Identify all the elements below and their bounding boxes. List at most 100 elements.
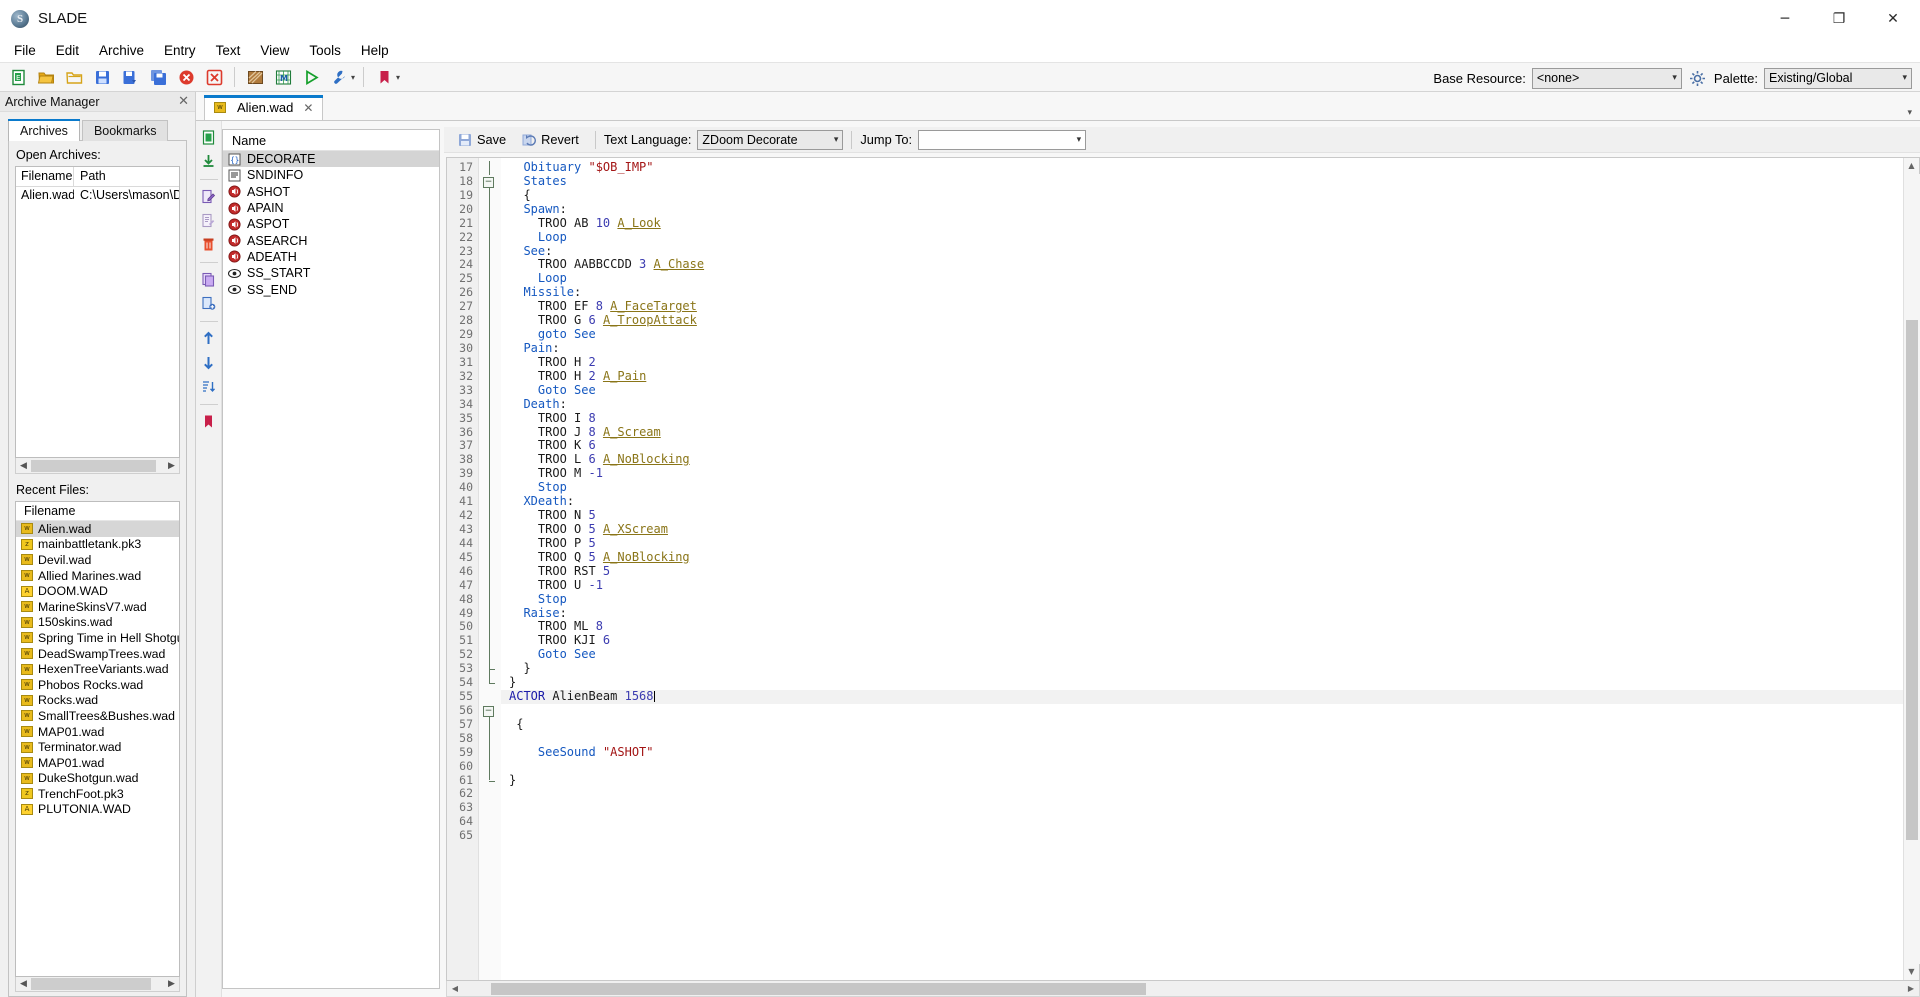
- list-item[interactable]: z mainbattletank.pk3: [16, 537, 179, 553]
- close-icon[interactable]: ✕: [303, 101, 313, 115]
- code-line[interactable]: TROO U -1: [501, 578, 1903, 593]
- jump-to-combo[interactable]: ▾: [918, 129, 1087, 150]
- maintenance-icon[interactable]: [326, 64, 352, 90]
- code-line[interactable]: TROO H 2 A_Pain: [501, 369, 1903, 384]
- code-hscroll-track[interactable]: [463, 982, 1903, 996]
- menu-file[interactable]: File: [4, 40, 46, 61]
- scroll-left-icon[interactable]: ◀: [16, 461, 31, 471]
- code-vscrollbar[interactable]: ▲ ▼: [1903, 158, 1920, 980]
- scroll-left-icon[interactable]: ◀: [16, 979, 31, 989]
- hscroll-thumb[interactable]: [31, 459, 156, 472]
- code-line[interactable]: Stop: [501, 480, 1903, 495]
- recent-files-list[interactable]: Filename w Alien.wad z mainbattletank.pk3 w D…: [15, 501, 180, 977]
- save-all-icon[interactable]: [145, 64, 171, 90]
- code-vscroll-track[interactable]: [1903, 174, 1920, 964]
- code-line[interactable]: TROO O 5 A_XScream: [501, 522, 1903, 537]
- bookmark-icon[interactable]: [198, 410, 220, 432]
- copy-entry-icon[interactable]: [198, 268, 220, 290]
- list-item[interactable]: APAIN: [223, 200, 439, 216]
- code-line[interactable]: TROO AABBCCDD 3 A_Chase: [501, 257, 1903, 272]
- code-line[interactable]: Loop: [501, 271, 1903, 286]
- code-line[interactable]: TROO Q 5 A_NoBlocking: [501, 550, 1903, 565]
- chevron-down-icon[interactable]: ▾: [1907, 108, 1912, 118]
- paste-entry-icon[interactable]: [198, 292, 220, 314]
- code-line[interactable]: TROO ML 8: [501, 619, 1903, 634]
- bookmark-icon[interactable]: [371, 64, 397, 90]
- scroll-down-icon[interactable]: ▼: [1908, 964, 1914, 980]
- code-line[interactable]: Stop: [501, 592, 1903, 607]
- code-line[interactable]: Goto See: [501, 647, 1903, 662]
- code-line[interactable]: Obituary "$OB_IMP": [501, 160, 1903, 175]
- scroll-left-icon[interactable]: ◀: [447, 984, 463, 993]
- code-line[interactable]: Spawn:: [501, 202, 1903, 217]
- recent-hscrollbar[interactable]: ◀ ▶: [15, 977, 180, 992]
- import-entry-icon[interactable]: [198, 150, 220, 172]
- code-line[interactable]: Pain:: [501, 341, 1903, 356]
- code-line[interactable]: SeeSound "ASHOT": [501, 745, 1903, 760]
- list-item[interactable]: w SmallTrees&Bushes.wad: [16, 708, 179, 724]
- list-item[interactable]: A DOOM.WAD: [16, 583, 179, 599]
- map-editor-icon[interactable]: M: [270, 64, 296, 90]
- code-line[interactable]: [501, 732, 1903, 746]
- code-text[interactable]: Obituary "$OB_IMP" States { Spawn: TROO …: [501, 158, 1903, 980]
- list-item[interactable]: w DeadSwampTrees.wad: [16, 646, 179, 662]
- tab-bookmarks[interactable]: Bookmarks: [81, 120, 169, 141]
- code-line[interactable]: Goto See: [501, 383, 1903, 398]
- code-line[interactable]: ACTOR AlienBeam 1568: [501, 689, 1903, 704]
- scroll-right-icon[interactable]: ▶: [1903, 984, 1919, 993]
- list-item[interactable]: w Terminator.wad: [16, 739, 179, 755]
- move-down-icon[interactable]: [198, 351, 220, 373]
- code-vscroll-thumb[interactable]: [1905, 320, 1918, 840]
- code-line[interactable]: Raise:: [501, 606, 1903, 621]
- save-archive-icon[interactable]: [89, 64, 115, 90]
- list-item[interactable]: SNDINFO: [223, 167, 439, 183]
- code-line[interactable]: Death:: [501, 397, 1903, 412]
- run-icon[interactable]: [298, 64, 324, 90]
- code-line[interactable]: TROO M -1: [501, 466, 1903, 481]
- open-archives-hscrollbar[interactable]: ◀ ▶: [15, 458, 180, 474]
- code-hscroll-thumb[interactable]: [491, 982, 1146, 995]
- revert-button[interactable]: Revert: [514, 130, 587, 149]
- edit-entry-icon[interactable]: [198, 209, 220, 231]
- code-line[interactable]: Missile:: [501, 285, 1903, 300]
- close-icon[interactable]: ✕: [178, 94, 189, 109]
- hscroll-track[interactable]: [31, 458, 164, 473]
- code-editor[interactable]: 17 18 19 20 21 22 23 24 25 26 27 28 29 30 31 32 33 34 35 36…: [446, 157, 1920, 981]
- list-item[interactable]: w MarineSkinsV7.wad: [16, 599, 179, 615]
- list-item[interactable]: ADEATH: [223, 249, 439, 265]
- code-line[interactable]: {: [501, 717, 1903, 732]
- scroll-up-icon[interactable]: ▲: [1908, 158, 1914, 174]
- code-line[interactable]: [501, 815, 1903, 829]
- code-line[interactable]: TROO I 8: [501, 411, 1903, 426]
- scroll-right-icon[interactable]: ▶: [164, 461, 179, 471]
- list-item[interactable]: {} DECORATE: [223, 151, 439, 168]
- save-as-icon[interactable]: [117, 64, 143, 90]
- list-item[interactable]: w Allied Marines.wad: [16, 568, 179, 584]
- menu-view[interactable]: View: [250, 40, 299, 61]
- code-line[interactable]: TROO G 6 A_TroopAttack: [501, 313, 1903, 328]
- code-line[interactable]: [501, 801, 1903, 815]
- entry-list[interactable]: Name {} DECORATE SNDINFO ASHOT APAIN ASPOT ASE…: [222, 129, 440, 989]
- code-line[interactable]: TROO AB 10 A_Look: [501, 216, 1903, 231]
- code-line[interactable]: [501, 829, 1903, 843]
- menu-help[interactable]: Help: [351, 40, 399, 61]
- list-item[interactable]: z TrenchFoot.pk3: [16, 786, 179, 802]
- list-item[interactable]: w DukeShotgun.wad: [16, 771, 179, 787]
- code-line[interactable]: }: [501, 675, 1903, 690]
- code-line[interactable]: }: [501, 661, 1903, 676]
- close-archive-icon[interactable]: [173, 64, 199, 90]
- code-line[interactable]: goto See: [501, 327, 1903, 342]
- list-item[interactable]: w 150skins.wad: [16, 615, 179, 631]
- code-line[interactable]: TROO P 5: [501, 536, 1903, 551]
- code-line[interactable]: TROO J 8 A_Scream: [501, 425, 1903, 440]
- open-archives-list[interactable]: Filename Path Alien.wad C:\Users\mason\D…: [15, 166, 180, 458]
- new-archive-icon[interactable]: E: [5, 64, 31, 90]
- list-item[interactable]: w Phobos Rocks.wad: [16, 677, 179, 693]
- move-up-icon[interactable]: [198, 327, 220, 349]
- list-item[interactable]: SS_END: [223, 281, 439, 297]
- code-hscrollbar[interactable]: ◀ ▶: [446, 981, 1920, 997]
- code-area[interactable]: 17 18 19 20 21 22 23 24 25 26 27 28 29 30 31 32 33 34 35 36…: [447, 158, 1903, 980]
- code-line[interactable]: States: [501, 174, 1903, 189]
- code-line[interactable]: TROO EF 8 A_FaceTarget: [501, 299, 1903, 314]
- new-entry-icon[interactable]: [198, 126, 220, 148]
